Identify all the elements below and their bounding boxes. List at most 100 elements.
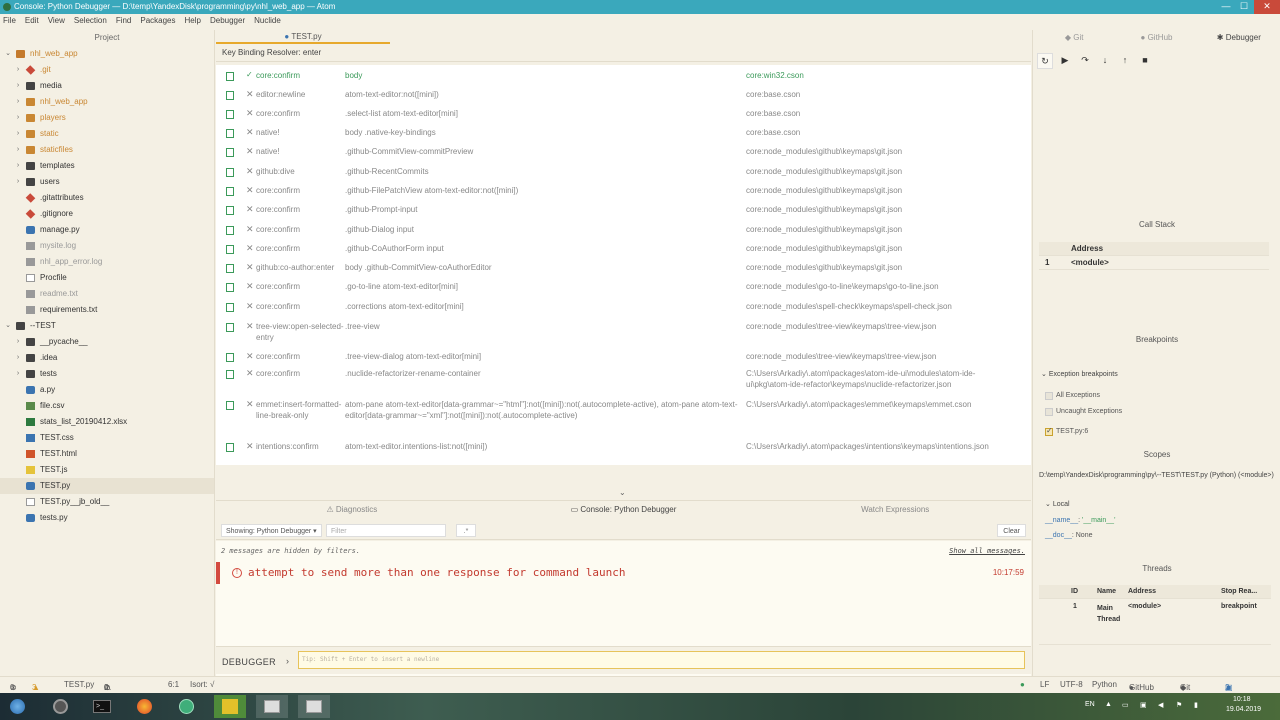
local-scope-toggle[interactable]: ⌄ Local: [1045, 500, 1070, 508]
tab-github[interactable]: ● GitHub: [1115, 30, 1197, 46]
chevron-right-icon[interactable]: ›: [14, 350, 22, 366]
tree-item[interactable]: › media: [0, 78, 214, 94]
tree-item[interactable]: › .idea: [0, 350, 214, 366]
menu-view[interactable]: View: [48, 14, 65, 28]
binding-source[interactable]: core:base.cson: [746, 89, 1016, 100]
menu-packages[interactable]: Packages: [140, 14, 175, 28]
tab-git[interactable]: ◆ Git: [1033, 30, 1115, 46]
tree-item[interactable]: › staticfiles: [0, 142, 214, 158]
copy-icon[interactable]: [226, 187, 234, 196]
step-into-icon[interactable]: ↓: [1097, 53, 1113, 69]
binding-source[interactable]: core:node_modules\tree-view\keymaps\tree…: [746, 351, 1016, 362]
binding-source[interactable]: core:base.cson: [746, 108, 1016, 119]
tree-item[interactable]: .gitignore: [0, 206, 214, 222]
chevron-right-icon[interactable]: ›: [14, 158, 22, 174]
binding-source[interactable]: core:node_modules\github\keymaps\git.jso…: [746, 262, 1016, 273]
step-over-icon[interactable]: ↷: [1077, 53, 1093, 69]
tree-item[interactable]: nhl_app_error.log: [0, 254, 214, 270]
chevron-right-icon[interactable]: ›: [14, 62, 22, 78]
tree-item[interactable]: requirements.txt: [0, 302, 214, 318]
minimize-button[interactable]: —: [1218, 0, 1234, 14]
tree-item[interactable]: › templates: [0, 158, 214, 174]
close-button[interactable]: ✕: [1254, 0, 1280, 14]
tab-watch-expressions[interactable]: Watch Expressions: [759, 501, 1031, 518]
copy-icon[interactable]: [226, 168, 234, 177]
copy-icon[interactable]: [226, 264, 234, 273]
menu-selection[interactable]: Selection: [74, 14, 107, 28]
tree-item[interactable]: TEST.py: [0, 478, 214, 494]
binding-source[interactable]: core:base.cson: [746, 127, 1016, 138]
tree-item[interactable]: ⌄ nhl_web_app: [0, 46, 214, 62]
tree-item[interactable]: › static: [0, 126, 214, 142]
tray-icon[interactable]: ▭: [1122, 701, 1129, 709]
continue-icon[interactable]: ▶: [1057, 53, 1073, 69]
taskbar-app-window[interactable]: [256, 695, 288, 718]
chevron-right-icon[interactable]: ›: [14, 142, 22, 158]
binding-source[interactable]: core:node_modules\spell-check\keymaps\sp…: [746, 301, 1016, 312]
binding-source[interactable]: core:node_modules\github\keymaps\git.jso…: [746, 204, 1016, 215]
tree-item[interactable]: › tests: [0, 366, 214, 382]
cursor-position[interactable]: 6:1: [168, 680, 179, 689]
taskbar-app-terminal[interactable]: >_: [86, 695, 118, 718]
copy-icon[interactable]: [226, 443, 234, 452]
tree-item[interactable]: › nhl_web_app: [0, 94, 214, 110]
tab-debugger[interactable]: ✱ Debugger: [1198, 30, 1280, 46]
uncaught-exceptions-checkbox[interactable]: [1045, 408, 1053, 416]
binding-source[interactable]: core:node_modules\github\keymaps\git.jso…: [746, 185, 1016, 196]
tree-item[interactable]: readme.txt: [0, 286, 214, 302]
tab-diagnostics[interactable]: ⚠ Diagnostics: [216, 501, 488, 518]
binding-source[interactable]: C:\Users\Arkadiy\.atom\packages\atom-ide…: [746, 368, 1016, 390]
copy-icon[interactable]: [226, 370, 234, 379]
maximize-button[interactable]: ☐: [1236, 0, 1252, 14]
thread-row[interactable]: 1 Main Thread <module> breakpoint: [1039, 599, 1271, 645]
step-out-icon[interactable]: ↑: [1117, 53, 1133, 69]
chevron-right-icon[interactable]: ›: [14, 366, 22, 382]
copy-icon[interactable]: [226, 72, 234, 81]
tree-item[interactable]: › __pycache__: [0, 334, 214, 350]
menu-find[interactable]: Find: [116, 14, 132, 28]
copy-icon[interactable]: [226, 323, 234, 332]
chevron-right-icon[interactable]: ›: [14, 334, 22, 350]
line-ending[interactable]: LF: [1040, 680, 1049, 689]
tray-expand-icon[interactable]: ▲: [1105, 701, 1112, 708]
menu-help[interactable]: Help: [185, 14, 201, 28]
isort-status[interactable]: Isort: √: [190, 680, 214, 689]
menu-file[interactable]: File: [3, 14, 16, 28]
binding-source[interactable]: core:node_modules\github\keymaps\git.jso…: [746, 243, 1016, 254]
tree-item[interactable]: mysite.log: [0, 238, 214, 254]
tree-item[interactable]: TEST.js: [0, 462, 214, 478]
tree-item[interactable]: TEST.py__jb_old__: [0, 494, 214, 510]
tree-item[interactable]: stats_list_20190412.xlsx: [0, 414, 214, 430]
copy-icon[interactable]: [226, 401, 234, 410]
network-icon[interactable]: ▣: [1140, 701, 1147, 709]
binding-source[interactable]: core:win32.cson: [746, 70, 1016, 81]
binding-source[interactable]: core:node_modules\github\keymaps\git.jso…: [746, 146, 1016, 157]
variable-row[interactable]: __doc__: None: [1045, 532, 1092, 539]
chevron-right-icon[interactable]: ›: [14, 94, 22, 110]
chevron-right-icon[interactable]: ›: [14, 78, 22, 94]
tree-item[interactable]: .gitattributes: [0, 190, 214, 206]
variable-row[interactable]: __name__: '__main__': [1045, 517, 1115, 524]
copy-icon[interactable]: [226, 110, 234, 119]
chevron-right-icon[interactable]: ›: [14, 126, 22, 142]
encoding[interactable]: UTF-8: [1060, 680, 1083, 689]
regex-toggle[interactable]: .*: [456, 524, 476, 537]
chevron-right-icon[interactable]: ›: [14, 110, 22, 126]
copy-icon[interactable]: [226, 226, 234, 235]
all-exceptions-checkbox[interactable]: [1045, 392, 1053, 400]
taskbar-app-firefox[interactable]: [128, 695, 160, 718]
binding-source[interactable]: C:\Users\Arkadiy\.atom\packages\intentio…: [746, 441, 1016, 452]
copy-icon[interactable]: [226, 283, 234, 292]
binding-source[interactable]: C:\Users\Arkadiy\.atom\packages\emmet\ke…: [746, 399, 1016, 410]
breakpoint-checkbox[interactable]: ✓: [1045, 426, 1053, 436]
tree-item[interactable]: Procfile: [0, 270, 214, 286]
tree-item[interactable]: › players: [0, 110, 214, 126]
copy-icon[interactable]: [226, 206, 234, 215]
volume-icon[interactable]: ◀: [1158, 701, 1163, 709]
source-selector[interactable]: Showing: Python Debugger ▾: [221, 524, 322, 537]
tree-item[interactable]: › users: [0, 174, 214, 190]
clock-time[interactable]: 10:18: [1233, 696, 1251, 703]
menu-edit[interactable]: Edit: [25, 14, 39, 28]
call-stack-row[interactable]: 1 <module>: [1039, 256, 1269, 270]
tree-item[interactable]: › .git: [0, 62, 214, 78]
